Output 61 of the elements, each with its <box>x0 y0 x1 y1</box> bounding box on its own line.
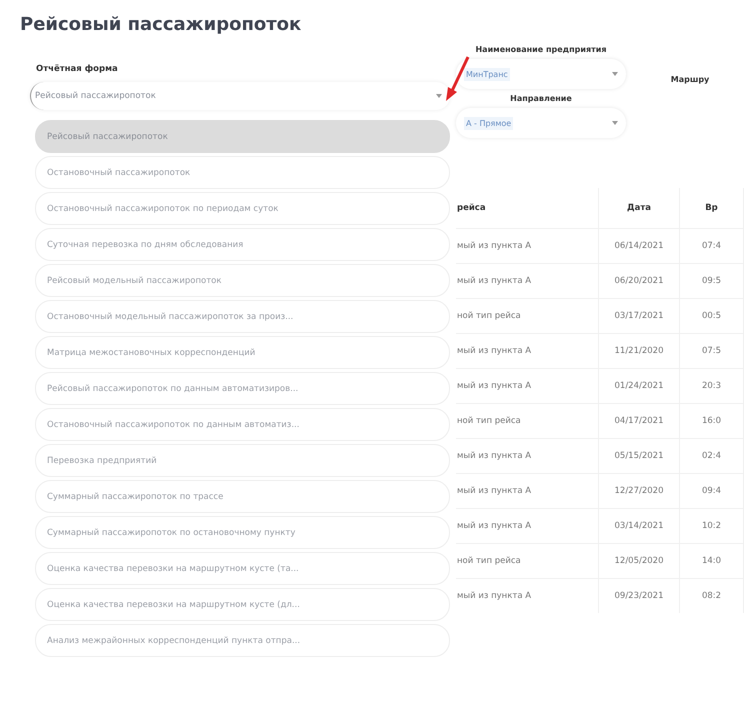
table-cell: ной тип рейса <box>456 404 598 439</box>
table-cell: 02:4 <box>680 438 744 474</box>
enterprise-select[interactable]: МинТранс <box>456 59 626 90</box>
table-cell: мый из пункта А <box>456 228 598 264</box>
table-cell: ной тип рейса <box>456 544 598 579</box>
table-cell: ной тип рейса <box>456 298 598 334</box>
column-header: рейса <box>456 188 598 229</box>
table-cell: 12/27/2020 <box>598 474 680 509</box>
field-label: Направление <box>510 93 572 104</box>
page-title: Рейсовый пассажиропоток <box>19 13 302 37</box>
table-cell: 11/21/2020 <box>598 334 680 369</box>
dropdown-option[interactable]: Анализ межрайонных корреспонденций пункта отпра... <box>35 624 450 657</box>
table-cell: 06/14/2021 <box>598 228 680 264</box>
dropdown-option[interactable]: Рейсовый модельный пассажиропоток <box>35 264 450 297</box>
caret-icon <box>612 121 618 126</box>
dropdown-option[interactable]: Матрица межостановочных корреспонденций <box>35 336 450 369</box>
dropdown-option[interactable]: Суммарный пассажиропоток по остановочному пункту <box>35 516 450 549</box>
dropdown-option[interactable]: Остановочный пассажиропоток по периодам суток <box>35 192 450 225</box>
table-cell: 12/05/2020 <box>598 544 680 579</box>
table-cell: 10:2 <box>680 508 744 544</box>
dropdown-option[interactable]: Суммарный пассажиропоток по трассе <box>35 480 450 513</box>
caret-icon <box>436 94 442 98</box>
table-cell: мый из пункта А <box>456 368 598 404</box>
table-cell: 07:4 <box>680 228 744 264</box>
field-label: Наименование предприятия <box>475 44 606 56</box>
table-cell: мый из пункта А <box>456 438 598 474</box>
table-cell: мый из пункта А <box>456 264 598 299</box>
table-cell: мый из пункта А <box>456 508 598 544</box>
dropdown-option[interactable]: Рейсовый пассажиропоток <box>35 120 450 153</box>
table-cell: 09:5 <box>680 264 744 299</box>
caret-icon <box>612 72 618 76</box>
table-cell: 04/17/2021 <box>598 404 680 439</box>
table-cell: мый из пункта А <box>456 334 598 369</box>
table-cell: мый из пункта А <box>456 578 598 614</box>
table-cell: 20:3 <box>680 368 744 404</box>
table-cell: 07:5 <box>680 334 744 369</box>
field-label: Отчётная форма <box>36 64 118 74</box>
table-cell: 06/20/2021 <box>598 264 680 299</box>
table-cell: 09/23/2021 <box>598 578 680 614</box>
table-cell: 08:2 <box>680 578 744 614</box>
table-cell: 09:4 <box>680 474 744 509</box>
field-label: Маршру <box>670 74 710 86</box>
table-cell: 03/14/2021 <box>598 508 680 544</box>
dropdown-option[interactable]: Суточная перевозка по дням обследования <box>35 228 450 261</box>
table-cell: 05/15/2021 <box>598 438 680 474</box>
dropdown-option[interactable]: Остановочный пассажиропоток <box>35 156 450 189</box>
table-cell: мый из пункта А <box>456 474 598 509</box>
dropdown-option[interactable]: Перевозка предприятий <box>35 444 450 477</box>
dropdown-option[interactable]: Остановочный модельный пассажиропоток за произ... <box>35 300 450 333</box>
dropdown-option[interactable]: Оценка качества перевозки на маршрутном кусте (дл... <box>35 588 450 621</box>
column-header: Вр <box>680 188 744 229</box>
table-cell: 03/17/2021 <box>598 298 680 334</box>
dropdown-option[interactable]: Остановочный пассажиропоток по данным автоматиз... <box>35 408 450 441</box>
direction-select[interactable]: А - Прямое <box>456 108 626 138</box>
table-cell: 14:0 <box>680 544 744 579</box>
table-cell: 16:0 <box>680 404 744 439</box>
column-header: Дата <box>598 188 680 229</box>
dropdown-option[interactable]: Оценка качества перевозки на маршрутном кусте (та... <box>35 552 450 585</box>
table-cell: 01/24/2021 <box>598 368 680 404</box>
table-cell: 00:5 <box>680 298 744 334</box>
dropdown-option[interactable]: Рейсовый пассажиропоток по данным автоматизиров... <box>35 372 450 405</box>
